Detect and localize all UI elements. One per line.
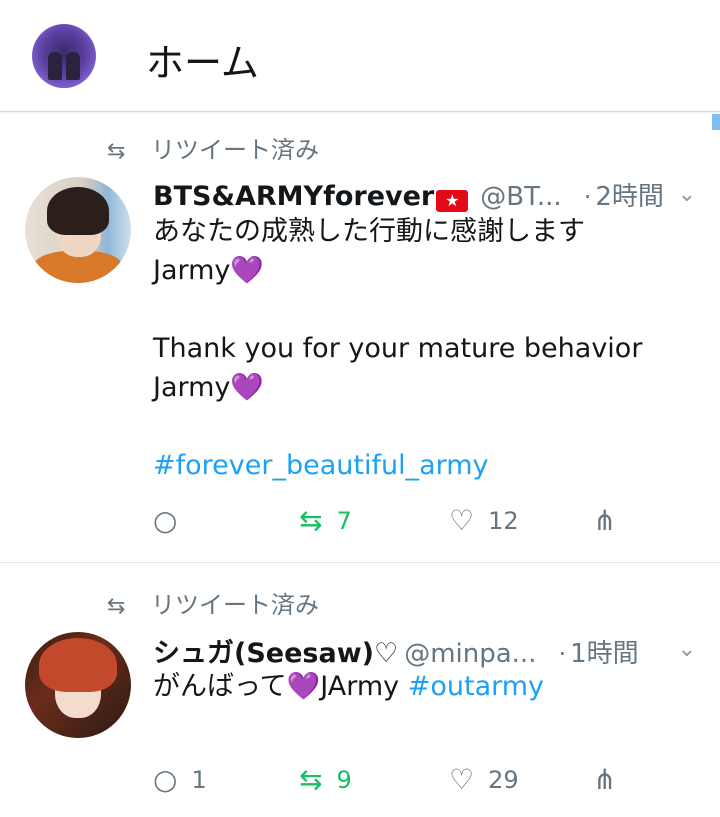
turkey-flag-icon: ★	[436, 189, 469, 212]
text-span: Jarmy	[153, 372, 231, 403]
tweet-actions: ○ ⇆ 7 ♡ 12 ⋔	[153, 504, 673, 544]
retweeted-label: リツイート済み	[151, 591, 319, 619]
retweeted-indicator: ⇆ リツイート済み	[107, 585, 319, 620]
avatar-figure	[66, 52, 80, 80]
avatar-shape	[39, 638, 117, 692]
top-app-bar: ホーム	[0, 0, 720, 112]
account-avatar[interactable]	[32, 24, 96, 88]
separator-dot: ·	[558, 640, 567, 668]
author-avatar[interactable]	[25, 632, 131, 738]
hashtag-link[interactable]: #outarmy	[408, 671, 544, 702]
author-handle[interactable]: @minpa...	[404, 639, 536, 669]
retweet-count: 9	[336, 765, 352, 794]
text-span: Jarmy	[153, 255, 231, 286]
retweet-icon: ⇆	[107, 139, 126, 164]
retweeted-label: リツイート済み	[151, 136, 319, 164]
tweet-timestamp[interactable]: 2時間	[595, 182, 664, 212]
reply-icon: ○	[153, 504, 178, 537]
author-name[interactable]: シュガ(Seesaw)♡	[153, 638, 398, 669]
retweet-icon: ⇆	[299, 763, 323, 796]
text-span: JArmy	[320, 671, 408, 702]
avatar-shape	[47, 187, 109, 235]
tweet-card[interactable]: ⇆ リツイート済み BTS&ARMYforever ★ @BT... · 2時間 ⌄ あな…	[0, 112, 720, 563]
tweet-text: がんばって💜JArmy #outarmy	[153, 667, 693, 706]
text-line: Thank you for your mature behavior	[153, 333, 643, 364]
like-count: 29	[488, 765, 519, 794]
like-button[interactable]: ♡ 29	[449, 763, 519, 796]
author-handle[interactable]: @BT...	[480, 182, 561, 212]
share-icon: ⋔	[593, 763, 617, 796]
chevron-down-icon[interactable]: ⌄	[678, 182, 696, 207]
share-icon: ⋔	[593, 504, 617, 537]
separator-dot: ·	[583, 183, 592, 211]
text-span: がんばって	[153, 671, 287, 702]
tweet-card[interactable]: ⇆ リツイート済み シュガ(Seesaw)♡ @minpa... · 1時間 ⌄ がんば…	[0, 563, 720, 817]
retweet-button[interactable]: ⇆ 7	[299, 504, 352, 537]
text-line: あなたの成熟した行動に感謝します	[153, 216, 585, 247]
text-line: Jarmy💜	[153, 368, 693, 407]
author-name[interactable]: BTS&ARMYforever	[153, 181, 434, 212]
retweet-icon: ⇆	[299, 504, 323, 537]
reply-count: 1	[191, 765, 207, 794]
text-line: Jarmy💜	[153, 251, 693, 290]
avatar-figure	[48, 52, 62, 80]
retweeted-indicator: ⇆ リツイート済み	[107, 130, 319, 165]
retweet-icon: ⇆	[107, 594, 126, 619]
tweet-header: シュガ(Seesaw)♡ @minpa... · 1時間	[153, 631, 693, 670]
hashtag-link[interactable]: #forever_beautiful_army	[153, 446, 693, 485]
like-count: 12	[488, 506, 519, 535]
page-title: ホーム	[146, 41, 259, 85]
reply-icon: ○	[153, 763, 178, 796]
chevron-down-icon[interactable]: ⌄	[678, 637, 696, 662]
heart-icon: ♡	[449, 504, 475, 537]
retweet-count: 7	[336, 506, 352, 535]
retweet-button[interactable]: ⇆ 9	[299, 763, 352, 796]
tweet-text: あなたの成熟した行動に感謝します Jarmy💜 Thank you for yo…	[153, 212, 693, 485]
purple-heart-icon: 💜	[230, 255, 265, 286]
like-button[interactable]: ♡ 12	[449, 504, 519, 537]
tweet-actions: ○ 1 ⇆ 9 ♡ 29 ⋔	[153, 763, 673, 803]
purple-heart-icon: 💜	[230, 372, 265, 403]
reply-button[interactable]: ○	[153, 504, 191, 537]
text-line: がんばって💜JArmy #outarmy	[153, 667, 693, 706]
share-button[interactable]: ⋔	[593, 504, 630, 537]
author-avatar[interactable]	[25, 177, 131, 283]
reply-button[interactable]: ○ 1	[153, 763, 207, 796]
tweet-timestamp[interactable]: 1時間	[570, 639, 639, 669]
tweet-header: BTS&ARMYforever ★ @BT... · 2時間	[153, 176, 693, 213]
share-button[interactable]: ⋔	[593, 763, 630, 796]
purple-heart-icon: 💜	[286, 671, 321, 702]
heart-icon: ♡	[449, 763, 475, 796]
